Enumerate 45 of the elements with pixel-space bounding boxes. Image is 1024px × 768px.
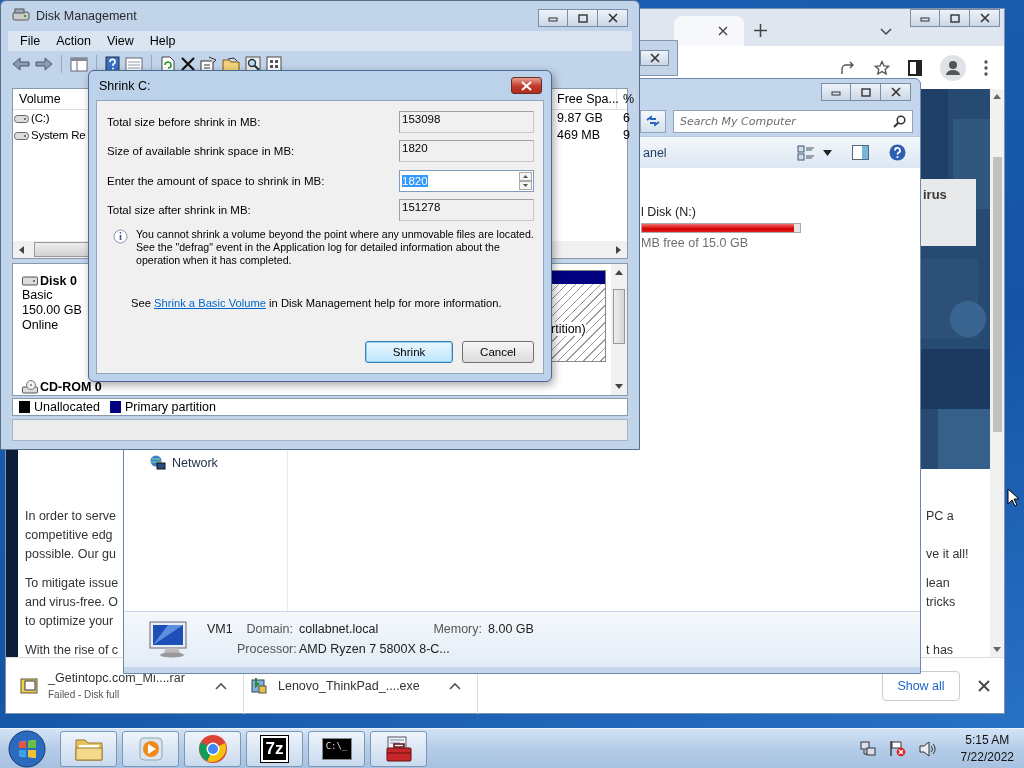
readonly-field: 1820 bbox=[399, 140, 534, 162]
paragraph-text: ve it all! bbox=[926, 546, 970, 563]
help-text: See Shrink a Basic Volume in Disk Management help for more information. bbox=[131, 297, 503, 309]
readonly-field: 153098 bbox=[399, 110, 534, 133]
disk-info: Basic bbox=[22, 288, 54, 303]
table-cell-text: 9.87 GB bbox=[556, 110, 604, 127]
drive-free-space: MB free of 15.0 GB bbox=[641, 236, 748, 250]
table-cell-text: 469 MB bbox=[556, 127, 602, 144]
legend-label: Unallocated bbox=[34, 400, 100, 414]
window-title: Disk Management bbox=[36, 9, 137, 23]
disk-name: Disk 0 bbox=[40, 274, 77, 288]
info-text: You cannot shrink a volume beyond the point where any unmovable files are located. See the "defrag" event in the Application log for detailed information about the operation when it has completed. bbox=[136, 228, 534, 267]
banner-text: irus bbox=[923, 187, 947, 202]
table-cell-text: 6 bbox=[622, 110, 630, 127]
field-label: Enter the amount of space to shrink in MB: bbox=[107, 174, 325, 187]
paragraph-text: lean bbox=[926, 575, 951, 592]
terminal-logo: C:\_ bbox=[321, 737, 352, 760]
disk-info: 150.00 GB bbox=[22, 303, 83, 318]
paragraph-text: possible. Our gu bbox=[24, 546, 117, 563]
paragraph-text: and virus-free. O bbox=[24, 594, 119, 611]
table-cell-text: 9 bbox=[622, 127, 630, 144]
detail-value: collabnet.local bbox=[298, 622, 380, 636]
dialog-title: Shrink C: bbox=[99, 78, 151, 93]
download-status: Failed - Disk full bbox=[48, 689, 121, 700]
detail-label: Memory: bbox=[432, 622, 482, 636]
legend-label: Primary partition bbox=[125, 400, 216, 414]
detail-label: Domain: bbox=[245, 622, 293, 636]
partition-label: rtition) bbox=[551, 322, 586, 337]
field-label: Total size before shrink in MB: bbox=[107, 115, 261, 128]
detail-value: 8.00 GB bbox=[487, 622, 535, 636]
paragraph-text: tricks bbox=[926, 594, 957, 611]
readonly-field: 151278 bbox=[399, 199, 534, 221]
paragraph-text: to optimize your bbox=[24, 613, 114, 630]
paragraph-text: competitive edg bbox=[24, 527, 113, 544]
app-logo: 7z bbox=[260, 735, 289, 762]
computer-name: VM1 bbox=[207, 622, 234, 636]
field-label: Size of available shrink space in MB: bbox=[107, 145, 295, 157]
disk-name: CD-ROM 0 bbox=[40, 379, 102, 394]
paragraph-text: To mitigate issue bbox=[24, 575, 119, 592]
field-label: Total size after shrink in MB: bbox=[107, 204, 251, 216]
disk-info: Online bbox=[22, 318, 60, 333]
paragraph-text: PC a bbox=[926, 508, 955, 525]
paragraph-text: t has bbox=[926, 642, 955, 659]
paragraph-text: With the rise of c bbox=[24, 642, 119, 659]
paragraph-text: In order to serve bbox=[24, 508, 116, 525]
